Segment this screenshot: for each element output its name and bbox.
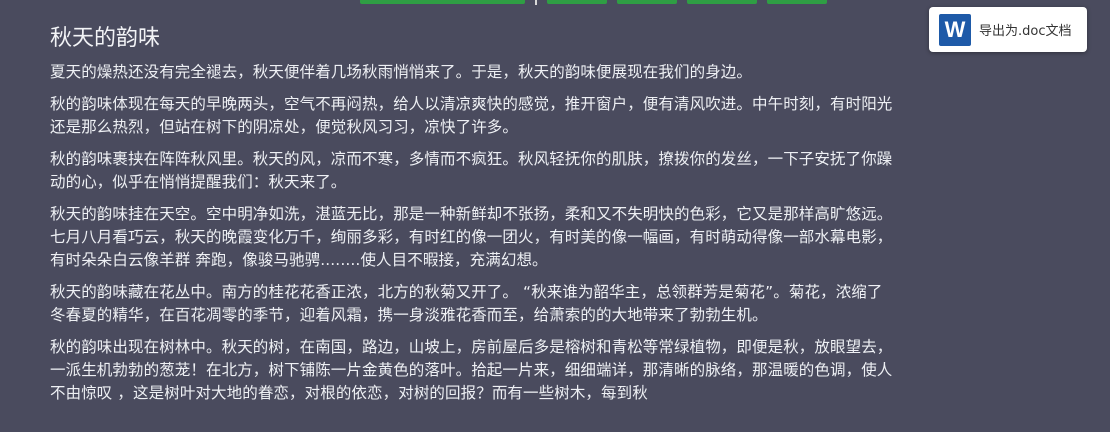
- nav-bar-segment: [617, 0, 677, 4]
- nav-separator: [535, 0, 537, 5]
- export-doc-button[interactable]: W 导出为.doc文档: [929, 7, 1087, 52]
- word-doc-icon: W: [939, 13, 971, 46]
- article-paragraph: 秋天的韵味挂在天空。空中明净如洗，湛蓝无比，那是一种新鲜却不张扬，柔和又不失明快…: [50, 205, 893, 269]
- article-title: 秋天的韵味: [50, 26, 161, 51]
- nav-bar-segment: [687, 0, 757, 4]
- article: 秋天的韵味 夏天的燥热还没有完全褪去，秋天便伴着几场秋雨悄悄来了。于是，秋天的韵…: [50, 24, 895, 414]
- article-paragraph: 秋的韵味出现在树林中。秋天的树，在南国，路边，山坡上，房前屋后多是榕树和青松等常…: [50, 338, 893, 402]
- nav-bar-segment: [360, 0, 525, 4]
- article-paragraph: 秋天的韵味藏在花丛中。南方的桂花花香正浓，北方的秋菊又开了。 “秋来谁为韶华主，…: [50, 283, 883, 324]
- export-doc-label: 导出为.doc文档: [979, 24, 1072, 39]
- nav-bar-segment: [547, 0, 607, 4]
- article-paragraph: 秋的韵味体现在每天的早晚两头，空气不再闷热，给人以清凉爽快的感觉，推开窗户，便有…: [50, 95, 893, 136]
- top-nav-strip: [360, 0, 890, 5]
- article-paragraph: 夏天的燥热还没有完全褪去，秋天便伴着几场秋雨悄悄来了。于是，秋天的韵味便展现在我…: [50, 63, 753, 81]
- article-paragraph: 秋的韵味裹挟在阵阵秋风里。秋天的风，凉而不寒，多情而不疯狂。秋风轻抚你的肌肤，撩…: [50, 150, 893, 191]
- nav-bar-segment: [767, 0, 827, 4]
